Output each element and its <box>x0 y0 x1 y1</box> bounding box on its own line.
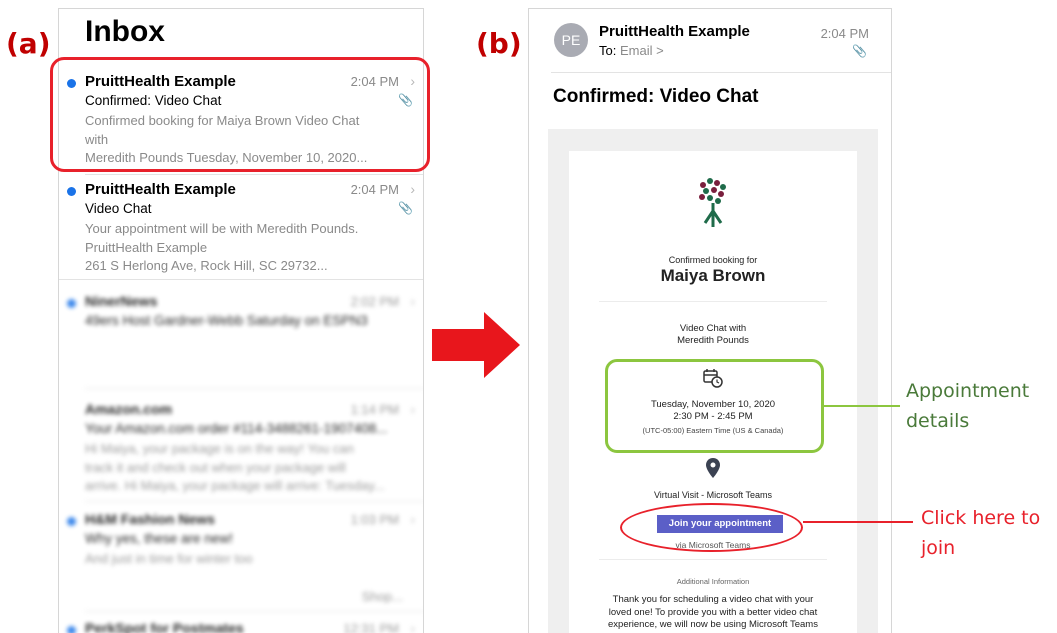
avatar: PE <box>554 23 588 57</box>
to-address: Email > <box>619 43 664 58</box>
unread-dot-icon <box>67 517 76 526</box>
chevron-right-icon: › <box>410 511 415 527</box>
join-button-pointer <box>803 521 913 523</box>
attachment-icon: 📎 <box>398 201 413 215</box>
email-divider <box>85 611 423 612</box>
email-divider <box>85 388 423 389</box>
email-time: 12:31 PM <box>343 621 399 633</box>
annotation-appointment-details: Appointment details <box>906 380 1030 432</box>
email-sender: H&M Fashion News <box>85 511 215 527</box>
email-time: 2:02 PM <box>350 294 399 309</box>
panel-label-b: (b) <box>476 27 522 60</box>
customer-name: Maiya Brown <box>660 266 766 285</box>
email-preview: And just in time for winter too <box>85 551 253 566</box>
email-to[interactable]: To: Email > <box>599 43 664 58</box>
email-preview-more: Shop... <box>361 589 403 604</box>
email-sender: PruittHealth Example <box>85 181 236 198</box>
body-divider <box>599 559 827 560</box>
inbox-title: Inbox <box>85 15 165 48</box>
appointment-details-pointer <box>824 405 900 407</box>
chevron-right-icon: › <box>410 181 415 197</box>
email-subject: Why yes, these are new! <box>85 531 233 546</box>
email-subject: 49ers Host Gardner-Webb Saturday on ESPN… <box>85 313 368 328</box>
email-time: 1:03 PM <box>350 512 399 527</box>
email-divider <box>85 501 423 502</box>
inbox-email-blurred[interactable]: NinerNews 2:02 PM › 49ers Host Gardner-W… <box>59 291 423 391</box>
chevron-right-icon: › <box>410 401 415 417</box>
appointment-details-highlight <box>605 359 824 453</box>
chevron-right-icon: › <box>410 293 415 309</box>
email-sender: PerkSpot for Postmates <box>85 620 244 633</box>
email-divider <box>85 174 423 175</box>
inbox-email-blurred[interactable]: H&M Fashion News 1:03 PM › Why yes, thes… <box>59 509 423 609</box>
email-subject: Your Amazon.com order #114-3488261-19074… <box>85 421 388 436</box>
email-subject: Video Chat <box>85 201 152 216</box>
chevron-right-icon: › <box>410 620 415 633</box>
panel-label-a: (a) <box>6 27 51 60</box>
join-button-highlight <box>620 503 803 552</box>
arrow-right-icon <box>432 312 520 378</box>
email-time: 1:14 PM <box>350 402 399 417</box>
attachment-icon: 📎 <box>852 44 867 58</box>
additional-info-message: Thank you for scheduling a video chat wi… <box>608 594 818 633</box>
inbox-email-blurred[interactable]: PerkSpot for Postmates 12:31 PM › <box>59 618 423 633</box>
body-divider <box>599 301 827 302</box>
inbox-email-video-chat[interactable]: PruittHealth Example 2:04 PM › 📎 Video C… <box>59 179 423 284</box>
location-pin-icon <box>706 458 720 478</box>
to-label: To: <box>599 43 617 58</box>
unread-dot-icon <box>67 299 76 308</box>
unread-dot-icon <box>67 187 76 196</box>
service-line: Video Chat with <box>679 323 747 334</box>
unread-dot-icon <box>67 626 76 633</box>
email-from[interactable]: PruittHealth Example <box>599 23 750 40</box>
email-subject: Confirmed: Video Chat <box>553 86 759 107</box>
additional-info-heading: Additional Information <box>676 577 750 586</box>
email-divider <box>59 279 423 280</box>
email-sender: NinerNews <box>85 293 158 309</box>
appointment-location: Virtual Visit - Microsoft Teams <box>653 490 773 500</box>
annotation-click-to-join: Click here to join <box>921 507 1041 559</box>
tree-logo-icon <box>699 178 726 227</box>
highlight-selected-email <box>50 57 430 172</box>
email-preview: Your appointment will be with Meredith P… <box>85 221 359 273</box>
header-divider <box>551 72 891 73</box>
confirmed-label: Confirmed booking for <box>668 255 758 265</box>
inbox-email-blurred[interactable]: Amazon.com 1:14 PM › Your Amazon.com ord… <box>59 399 423 499</box>
blurred-email-list: NinerNews 2:02 PM › 49ers Host Gardner-W… <box>59 281 423 633</box>
email-sender: Amazon.com <box>85 401 173 417</box>
email-time: 2:04 PM <box>350 182 399 197</box>
email-time: 2:04 PM <box>820 26 869 41</box>
staff-line: Meredith Pounds <box>677 335 749 346</box>
email-preview: Hi Maiya, your package is on the way! Yo… <box>85 441 385 493</box>
